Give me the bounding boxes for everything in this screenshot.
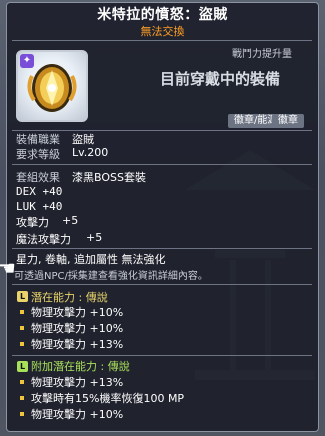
potential-line: 物理攻擊力 +10%	[31, 322, 124, 335]
enhancement-hint: 可透過NPC/採集建查看強化資訊詳細內容。	[14, 271, 208, 282]
legendary-badge-icon: L	[17, 291, 28, 302]
set-effect-value: 漆黑BOSS套裝	[72, 171, 146, 184]
potential-line: 物理攻擊力 +13%	[31, 338, 124, 351]
bullet-icon	[20, 380, 24, 384]
power-increase-label: 戰鬥力提升量	[232, 49, 292, 60]
trade-restriction: 無法交換	[140, 25, 185, 38]
pointer-hand-icon: ☚	[0, 256, 16, 280]
additional-potential-line: 攻擊時有15%機率恢復100 MP	[31, 392, 185, 405]
luk-stat: LUK +40	[16, 200, 63, 213]
currently-equipped-label: 目前穿戴中的裝備	[160, 70, 281, 88]
bullet-icon	[20, 412, 24, 416]
star-badge-icon: ✦	[20, 54, 34, 68]
additional-potential-title: 附加潛在能力 : 傳說	[31, 360, 130, 373]
magic-attack-value: +5	[86, 231, 103, 244]
divider	[12, 40, 312, 41]
magic-attack-label: 魔法攻擊力	[16, 233, 71, 246]
game-screen: 米特拉的憤怒：盜賊 無法交換 ✦ 戰鬥力提升量 目前穿戴中的裝備 徽章/能源 徽…	[0, 0, 325, 436]
job-label: 裝備職業	[16, 133, 60, 146]
item-name: 米特拉的憤怒：盜賊	[97, 7, 228, 23]
dex-stat: DEX +40	[16, 185, 63, 198]
tag-badge: 徽章	[272, 114, 304, 128]
job-value: 盜賊	[72, 133, 94, 146]
bullet-icon	[20, 310, 24, 314]
attack-value: +5	[62, 214, 79, 227]
set-effect-label: 套組效果	[16, 171, 60, 184]
level-value: Lv.200	[72, 146, 109, 159]
bullet-icon	[20, 396, 24, 400]
enhancement-note: 星力, 卷軸, 追加屬性 無法強化	[16, 253, 166, 266]
item-icon-frame: ✦	[16, 50, 88, 122]
divider	[12, 284, 312, 285]
divider	[12, 164, 312, 165]
divider	[12, 248, 312, 249]
potential-title: 潛在能力 : 傳說	[31, 291, 108, 304]
additional-potential-line: 物理攻擊力 +10%	[31, 408, 124, 421]
level-label: 要求等級	[16, 148, 60, 161]
divider	[12, 355, 312, 356]
attack-label: 攻擊力	[16, 216, 49, 229]
potential-line: 物理攻擊力 +10%	[31, 306, 124, 319]
legendary-badge-icon: L	[17, 361, 28, 372]
bullet-icon	[20, 342, 24, 346]
additional-potential-line: 物理攻擊力 +13%	[31, 376, 124, 389]
bullet-icon	[20, 326, 24, 330]
